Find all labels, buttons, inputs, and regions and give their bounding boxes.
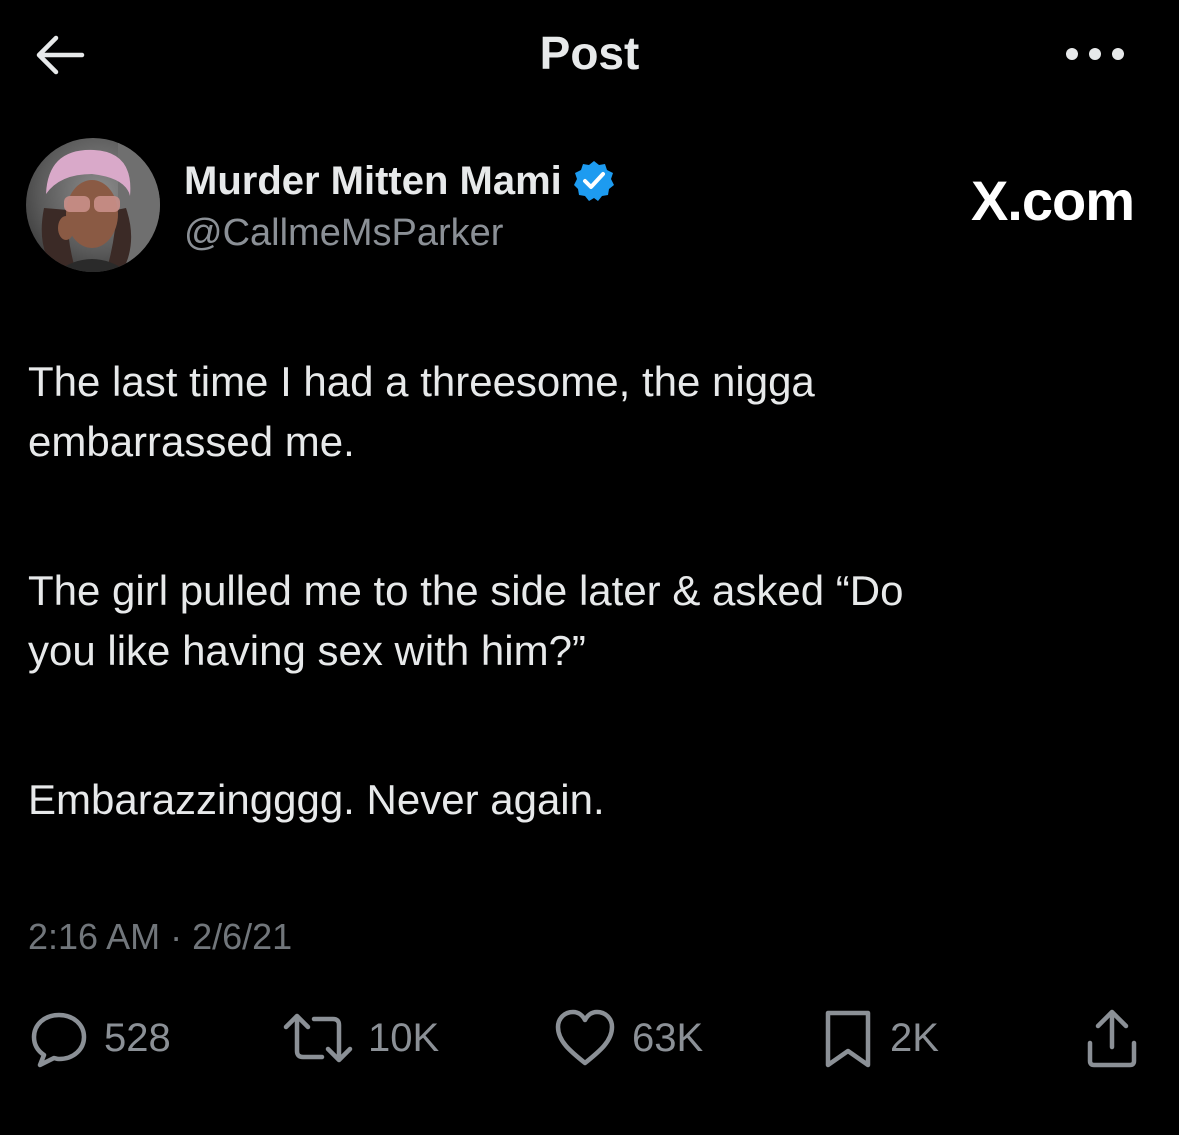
like-button[interactable]: 63K	[552, 1002, 703, 1074]
avatar[interactable]	[26, 138, 160, 272]
bookmark-button[interactable]: 2K	[820, 1002, 939, 1074]
top-bar: Post	[0, 0, 1179, 110]
verified-badge-icon[interactable]	[572, 159, 616, 203]
author-row: Murder Mitten Mami @CallmeMsParker X.com	[26, 138, 1156, 278]
like-count: 63K	[632, 1015, 704, 1060]
repost-button[interactable]: 10K	[282, 1002, 439, 1074]
share-button[interactable]	[1082, 1002, 1142, 1074]
watermark-text: X.com	[970, 169, 1135, 232]
tweet-paragraph: The girl pulled me to the side later & a…	[28, 567, 904, 674]
bookmark-count: 2K	[890, 1015, 939, 1060]
repost-count: 10K	[368, 1015, 440, 1060]
user-handle[interactable]: @CallmeMsParker	[184, 212, 503, 255]
back-button[interactable]	[30, 30, 90, 80]
avatar-image	[26, 138, 160, 272]
action-bar: 528 10K 63K 2K	[24, 1002, 1154, 1074]
bookmark-icon	[825, 1010, 871, 1068]
more-options-button[interactable]	[1060, 36, 1130, 72]
tweet-paragraph: The last time I had a threesome, the nig…	[28, 358, 815, 465]
arrow-left-icon	[36, 35, 85, 75]
heart-icon	[555, 1009, 615, 1066]
repost-icon	[283, 1013, 353, 1063]
display-name-row: Murder Mitten Mami	[184, 156, 616, 206]
reply-button[interactable]: 528	[28, 1002, 171, 1074]
reply-count: 528	[104, 1015, 171, 1060]
display-name[interactable]: Murder Mitten Mami	[184, 159, 562, 204]
page-title: Post	[539, 27, 640, 79]
tweet-timestamp[interactable]: 2:16 AM · 2/6/21	[28, 916, 292, 958]
more-horizontal-icon	[1066, 48, 1124, 60]
share-icon	[1087, 1009, 1137, 1068]
tweet-text: The last time I had a threesome, the nig…	[28, 352, 1138, 919]
reply-icon	[31, 1012, 87, 1068]
tweet-paragraph: Embarazzingggg. Never again.	[28, 776, 605, 823]
x-com-watermark: X.com	[970, 168, 1135, 233]
